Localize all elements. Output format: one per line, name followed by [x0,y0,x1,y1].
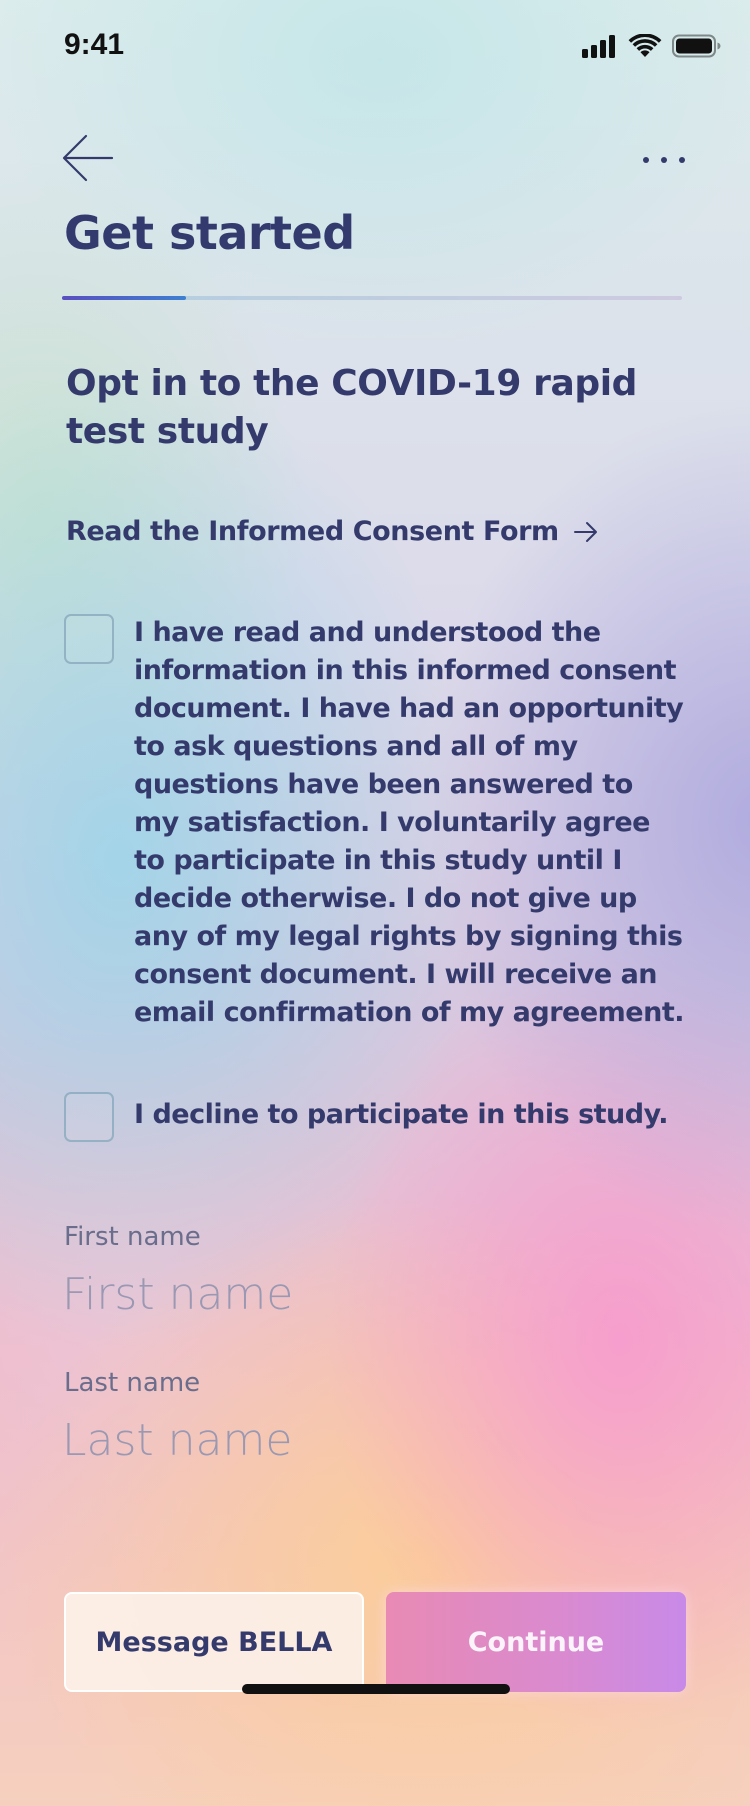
status-time: 9:41 [64,28,125,61]
battery-icon [672,34,721,58]
arrow-left-icon [62,134,114,182]
status-icons [582,34,722,58]
more-horizontal-icon [643,157,685,163]
consent-form-link-label: Read the Informed Consent Form [66,516,559,547]
decline-row[interactable]: I decline to participate in this study. [64,1092,668,1142]
message-bella-button-label: Message BELLA [95,1626,333,1658]
screen: 9:41 Get started Opt in to the COVID-19 … [0,0,750,1806]
more-options-button[interactable] [638,140,690,180]
agree-consent-row[interactable]: I have read and understood the informati… [64,614,685,1032]
message-bella-button[interactable]: Message BELLA [64,1592,364,1692]
continue-button-label: Continue [467,1626,605,1658]
arrow-right-icon [573,521,597,542]
agree-checkbox[interactable] [64,614,114,664]
cellular-signal-icon [582,35,615,58]
agree-checkbox-label: I have read and understood the informati… [134,617,685,1028]
decline-checkbox-label: I decline to participate in this study. [134,1099,668,1130]
wifi-icon [628,34,662,57]
page-title: Get started [64,206,355,260]
first-name-label: First name [64,1222,201,1252]
progress-bar [62,296,682,300]
decline-checkbox[interactable] [64,1092,114,1142]
last-name-label: Last name [64,1368,201,1398]
section-heading: Opt in to the COVID-19 rapid test study [66,363,638,452]
first-name-field[interactable] [62,1264,682,1324]
last-name-field[interactable] [62,1410,682,1470]
status-bar: 9:41 [0,0,750,90]
progress-fill [62,296,186,300]
home-indicator [242,1684,510,1694]
consent-form-link[interactable]: Read the Informed Consent Form [66,516,599,547]
back-button[interactable] [60,132,116,188]
continue-button[interactable]: Continue [386,1592,686,1692]
